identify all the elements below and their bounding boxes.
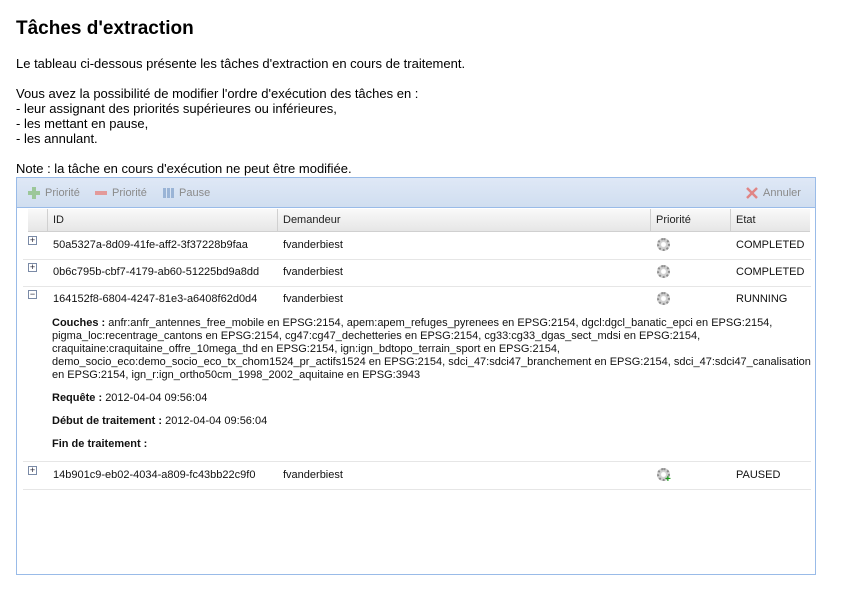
end-block: Fin de traitement : [52, 438, 812, 451]
tasks-grid-panel: Priorité Priorité Pause Annuler ID Deman… [16, 177, 816, 575]
end-label: Fin de traitement : [52, 438, 148, 450]
start-label: Début de traitement : [52, 415, 163, 427]
expand-toggle[interactable]: + [28, 236, 37, 245]
intro-line: Vous avez la possibilité de modifier l'o… [16, 86, 419, 101]
plus-icon [27, 186, 41, 200]
priority-up-button[interactable]: Priorité [27, 178, 80, 208]
pause-label: Pause [179, 187, 211, 199]
minus-icon [94, 186, 108, 200]
task-status: RUNNING [736, 293, 788, 305]
layers-value: anfr:anfr_antennes_free_mobile en EPSG:2… [52, 317, 811, 381]
task-requester: fvanderbiest [283, 293, 343, 305]
priority-up-label: Priorité [45, 187, 80, 199]
layers-block: Couches : anfr:anfr_antennes_free_mobile… [52, 317, 812, 382]
intro-text: Le tableau ci-dessous présente les tâche… [16, 56, 816, 176]
priority-down-button[interactable]: Priorité [94, 178, 147, 208]
plus-badge-icon: + [665, 474, 671, 485]
gear-icon[interactable] [657, 292, 670, 305]
gear-icon[interactable] [657, 238, 670, 251]
gear-icon[interactable] [657, 265, 670, 278]
task-status: COMPLETED [736, 239, 805, 251]
table-row[interactable]: − 164152f8-6804-4247-81e3-a6408f62d0d4 f… [17, 286, 815, 313]
expand-toggle[interactable]: + [28, 263, 37, 272]
task-details: Couches : anfr:anfr_antennes_free_mobile… [52, 317, 812, 461]
grid-toolbar: Priorité Priorité Pause Annuler [17, 178, 815, 208]
request-label: Requête : [52, 392, 103, 404]
task-requester: fvanderbiest [283, 239, 343, 251]
layers-label: Couches : [52, 317, 106, 329]
row-divider [23, 489, 811, 490]
task-id: 14b901c9-eb02-4034-a809-fc43bb22c9f0 [53, 469, 256, 481]
header-status[interactable]: Etat [731, 209, 810, 232]
task-id: 164152f8-6804-4247-81e3-a6408f62d0d4 [53, 293, 258, 305]
note-text: Note : la tâche en cours d'exécution ne … [16, 161, 352, 176]
intro-line: - leur assignant des priorités supérieur… [16, 101, 337, 116]
header-priority[interactable]: Priorité [651, 209, 731, 232]
intro-line: - les annulant. [16, 131, 98, 146]
task-id: 0b6c795b-cbf7-4179-ab60-51225bd9a8dd [53, 266, 260, 278]
cancel-button[interactable]: Annuler [745, 178, 801, 208]
priority-down-label: Priorité [112, 187, 147, 199]
expand-toggle[interactable]: + [28, 466, 37, 475]
page-title: Tâches d'extraction [16, 18, 194, 39]
start-value: 2012-04-04 09:56:04 [165, 415, 268, 427]
intro-line: Le tableau ci-dessous présente les tâche… [16, 56, 466, 71]
header-id[interactable]: ID [48, 209, 278, 232]
cancel-icon [745, 186, 759, 200]
collapse-toggle[interactable]: − [28, 290, 37, 299]
header-requester[interactable]: Demandeur [278, 209, 651, 232]
table-row[interactable]: + 14b901c9-eb02-4034-a809-fc43bb22c9f0 f… [17, 462, 815, 489]
header-expander [28, 209, 48, 232]
request-value: 2012-04-04 09:56:04 [105, 392, 208, 404]
table-row[interactable]: + 0b6c795b-cbf7-4179-ab60-51225bd9a8dd f… [17, 259, 815, 286]
cancel-label: Annuler [763, 187, 801, 199]
pause-button[interactable]: Pause [161, 178, 210, 208]
table-row[interactable]: + 50a5327a-8d09-41fe-aff2-3f37228b9faa f… [17, 232, 815, 259]
task-status: COMPLETED [736, 266, 805, 278]
task-id: 50a5327a-8d09-41fe-aff2-3f37228b9faa [53, 239, 248, 251]
intro-line: - les mettant en pause, [16, 116, 149, 131]
task-requester: fvanderbiest [283, 469, 343, 481]
task-status: PAUSED [736, 469, 781, 481]
grid-header: ID Demandeur Priorité Etat [28, 209, 810, 232]
task-requester: fvanderbiest [283, 266, 343, 278]
start-block: Début de traitement : 2012-04-04 09:56:0… [52, 415, 812, 428]
request-block: Requête : 2012-04-04 09:56:04 [52, 392, 812, 405]
pause-icon [161, 186, 175, 200]
